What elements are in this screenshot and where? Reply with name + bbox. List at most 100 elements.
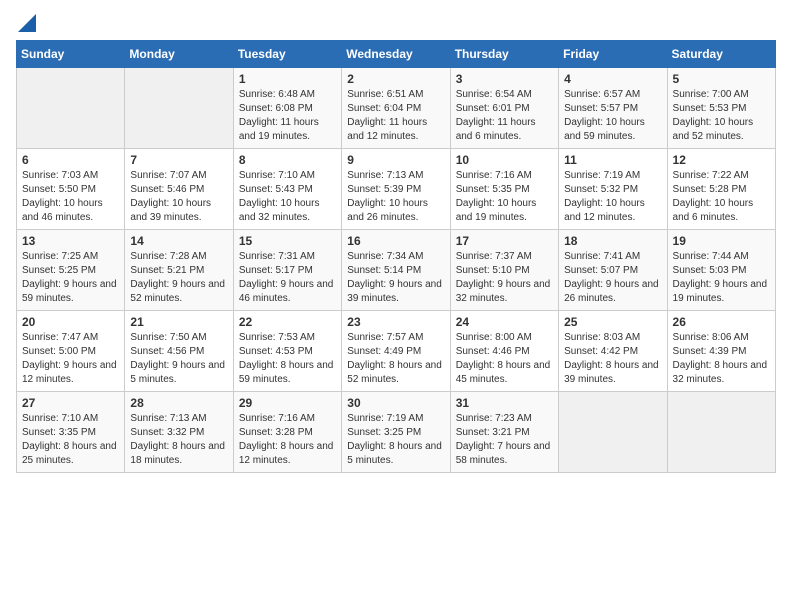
calendar-cell: 4 Sunrise: 6:57 AMSunset: 5:57 PMDaylight…	[559, 68, 667, 149]
day-info: Sunrise: 7:00 AMSunset: 5:53 PMDaylight:…	[673, 88, 770, 144]
weekday-header-wednesday: Wednesday	[342, 41, 450, 68]
weekday-header-row: SundayMondayTuesdayWednesdayThursdayFrid…	[17, 41, 776, 68]
calendar-cell: 26 Sunrise: 8:06 AMSunset: 4:39 PMDayligh…	[667, 311, 775, 392]
calendar-cell: 10 Sunrise: 7:16 AMSunset: 5:35 PMDayligh…	[450, 149, 558, 230]
day-info: Sunrise: 7:07 AMSunset: 5:46 PMDaylight:…	[130, 169, 227, 225]
day-info: Sunrise: 7:31 AMSunset: 5:17 PMDaylight:…	[239, 250, 336, 306]
day-info: Sunrise: 7:19 AMSunset: 5:32 PMDaylight:…	[564, 169, 661, 225]
day-info: Sunrise: 7:03 AMSunset: 5:50 PMDaylight:…	[22, 169, 119, 225]
day-number: 25	[564, 315, 661, 329]
day-info: Sunrise: 8:06 AMSunset: 4:39 PMDaylight:…	[673, 331, 770, 387]
calendar-cell: 25 Sunrise: 8:03 AMSunset: 4:42 PMDayligh…	[559, 311, 667, 392]
day-info: Sunrise: 8:03 AMSunset: 4:42 PMDaylight:…	[564, 331, 661, 387]
calendar-week-row: 27 Sunrise: 7:10 AMSunset: 3:35 PMDayligh…	[17, 392, 776, 473]
day-number: 2	[347, 72, 444, 86]
calendar-cell: 28Sunrise: 7:13 AMSunset: 3:32 PMDayligh…	[125, 392, 233, 473]
calendar-cell: 8Sunrise: 7:10 AMSunset: 5:43 PMDaylight…	[233, 149, 341, 230]
day-info: Sunrise: 7:16 AMSunset: 3:28 PMDaylight:…	[239, 412, 336, 468]
day-number: 30	[347, 396, 444, 410]
calendar-cell: 13 Sunrise: 7:25 AMSunset: 5:25 PMDayligh…	[17, 230, 125, 311]
calendar-cell: 7 Sunrise: 7:07 AMSunset: 5:46 PMDaylight…	[125, 149, 233, 230]
calendar-cell: 27 Sunrise: 7:10 AMSunset: 3:35 PMDayligh…	[17, 392, 125, 473]
calendar-cell	[125, 68, 233, 149]
calendar-cell	[667, 392, 775, 473]
day-number: 23	[347, 315, 444, 329]
day-info: Sunrise: 6:48 AMSunset: 6:08 PMDaylight:…	[239, 88, 336, 144]
day-number: 11	[564, 153, 661, 167]
day-number: 7	[130, 153, 227, 167]
day-number: 4	[564, 72, 661, 86]
day-info: Sunrise: 6:57 AMSunset: 5:57 PMDaylight:…	[564, 88, 661, 144]
calendar-cell: 22 Sunrise: 7:53 AMSunset: 4:53 PMDayligh…	[233, 311, 341, 392]
day-number: 31	[456, 396, 553, 410]
weekday-header-thursday: Thursday	[450, 41, 558, 68]
day-info: Sunrise: 7:34 AMSunset: 5:14 PMDaylight:…	[347, 250, 444, 306]
weekday-header-tuesday: Tuesday	[233, 41, 341, 68]
calendar-cell: 11 Sunrise: 7:19 AMSunset: 5:32 PMDayligh…	[559, 149, 667, 230]
day-number: 5	[673, 72, 770, 86]
calendar-week-row: 20Sunrise: 7:47 AMSunset: 5:00 PMDayligh…	[17, 311, 776, 392]
weekday-header-friday: Friday	[559, 41, 667, 68]
day-number: 18	[564, 234, 661, 248]
day-info: Sunrise: 6:54 AMSunset: 6:01 PMDaylight:…	[456, 88, 553, 144]
calendar-cell: 31Sunrise: 7:23 AMSunset: 3:21 PMDayligh…	[450, 392, 558, 473]
day-info: Sunrise: 7:28 AMSunset: 5:21 PMDaylight:…	[130, 250, 227, 306]
day-number: 6	[22, 153, 119, 167]
calendar-cell: 5 Sunrise: 7:00 AMSunset: 5:53 PMDaylight…	[667, 68, 775, 149]
day-info: Sunrise: 7:22 AMSunset: 5:28 PMDaylight:…	[673, 169, 770, 225]
calendar-cell: 2 Sunrise: 6:51 AMSunset: 6:04 PMDaylight…	[342, 68, 450, 149]
calendar-cell: 21 Sunrise: 7:50 AMSunset: 4:56 PMDayligh…	[125, 311, 233, 392]
calendar: SundayMondayTuesdayWednesdayThursdayFrid…	[16, 40, 776, 473]
day-info: Sunrise: 7:13 AMSunset: 3:32 PMDaylight:…	[130, 412, 227, 468]
calendar-cell: 29 Sunrise: 7:16 AMSunset: 3:28 PMDayligh…	[233, 392, 341, 473]
day-number: 9	[347, 153, 444, 167]
day-info: Sunrise: 7:25 AMSunset: 5:25 PMDaylight:…	[22, 250, 119, 306]
header	[16, 16, 776, 32]
day-info: Sunrise: 6:51 AMSunset: 6:04 PMDaylight:…	[347, 88, 444, 144]
calendar-week-row: 13 Sunrise: 7:25 AMSunset: 5:25 PMDayligh…	[17, 230, 776, 311]
day-number: 8	[239, 153, 336, 167]
day-info: Sunrise: 7:19 AMSunset: 3:25 PMDaylight:…	[347, 412, 444, 468]
day-number: 13	[22, 234, 119, 248]
calendar-cell: 20Sunrise: 7:47 AMSunset: 5:00 PMDayligh…	[17, 311, 125, 392]
day-info: Sunrise: 7:41 AMSunset: 5:07 PMDaylight:…	[564, 250, 661, 306]
calendar-cell: 6 Sunrise: 7:03 AMSunset: 5:50 PMDaylight…	[17, 149, 125, 230]
day-info: Sunrise: 7:37 AMSunset: 5:10 PMDaylight:…	[456, 250, 553, 306]
weekday-header-monday: Monday	[125, 41, 233, 68]
calendar-cell: 15 Sunrise: 7:31 AMSunset: 5:17 PMDayligh…	[233, 230, 341, 311]
day-info: Sunrise: 7:50 AMSunset: 4:56 PMDaylight:…	[130, 331, 227, 387]
day-number: 10	[456, 153, 553, 167]
day-info: Sunrise: 7:13 AMSunset: 5:39 PMDaylight:…	[347, 169, 444, 225]
day-number: 16	[347, 234, 444, 248]
calendar-cell: 18 Sunrise: 7:41 AMSunset: 5:07 PMDayligh…	[559, 230, 667, 311]
day-number: 27	[22, 396, 119, 410]
day-number: 17	[456, 234, 553, 248]
calendar-cell: 24 Sunrise: 8:00 AMSunset: 4:46 PMDayligh…	[450, 311, 558, 392]
day-number: 20	[22, 315, 119, 329]
day-info: Sunrise: 7:53 AMSunset: 4:53 PMDaylight:…	[239, 331, 336, 387]
logo	[16, 16, 36, 32]
day-number: 15	[239, 234, 336, 248]
calendar-cell	[17, 68, 125, 149]
day-number: 24	[456, 315, 553, 329]
day-number: 26	[673, 315, 770, 329]
calendar-cell: 17 Sunrise: 7:37 AMSunset: 5:10 PMDayligh…	[450, 230, 558, 311]
calendar-cell	[559, 392, 667, 473]
day-number: 29	[239, 396, 336, 410]
calendar-cell: 23Sunrise: 7:57 AMSunset: 4:49 PMDayligh…	[342, 311, 450, 392]
day-number: 19	[673, 234, 770, 248]
day-number: 21	[130, 315, 227, 329]
day-info: Sunrise: 7:16 AMSunset: 5:35 PMDaylight:…	[456, 169, 553, 225]
weekday-header-sunday: Sunday	[17, 41, 125, 68]
day-info: Sunrise: 7:10 AMSunset: 3:35 PMDaylight:…	[22, 412, 119, 468]
day-number: 22	[239, 315, 336, 329]
calendar-cell: 1Sunrise: 6:48 AMSunset: 6:08 PMDaylight…	[233, 68, 341, 149]
day-number: 3	[456, 72, 553, 86]
calendar-cell: 16 Sunrise: 7:34 AMSunset: 5:14 PMDayligh…	[342, 230, 450, 311]
day-info: Sunrise: 8:00 AMSunset: 4:46 PMDaylight:…	[456, 331, 553, 387]
calendar-week-row: 6 Sunrise: 7:03 AMSunset: 5:50 PMDaylight…	[17, 149, 776, 230]
calendar-cell: 19 Sunrise: 7:44 AMSunset: 5:03 PMDayligh…	[667, 230, 775, 311]
day-info: Sunrise: 7:44 AMSunset: 5:03 PMDaylight:…	[673, 250, 770, 306]
logo-icon	[18, 14, 36, 32]
calendar-cell: 3 Sunrise: 6:54 AMSunset: 6:01 PMDaylight…	[450, 68, 558, 149]
